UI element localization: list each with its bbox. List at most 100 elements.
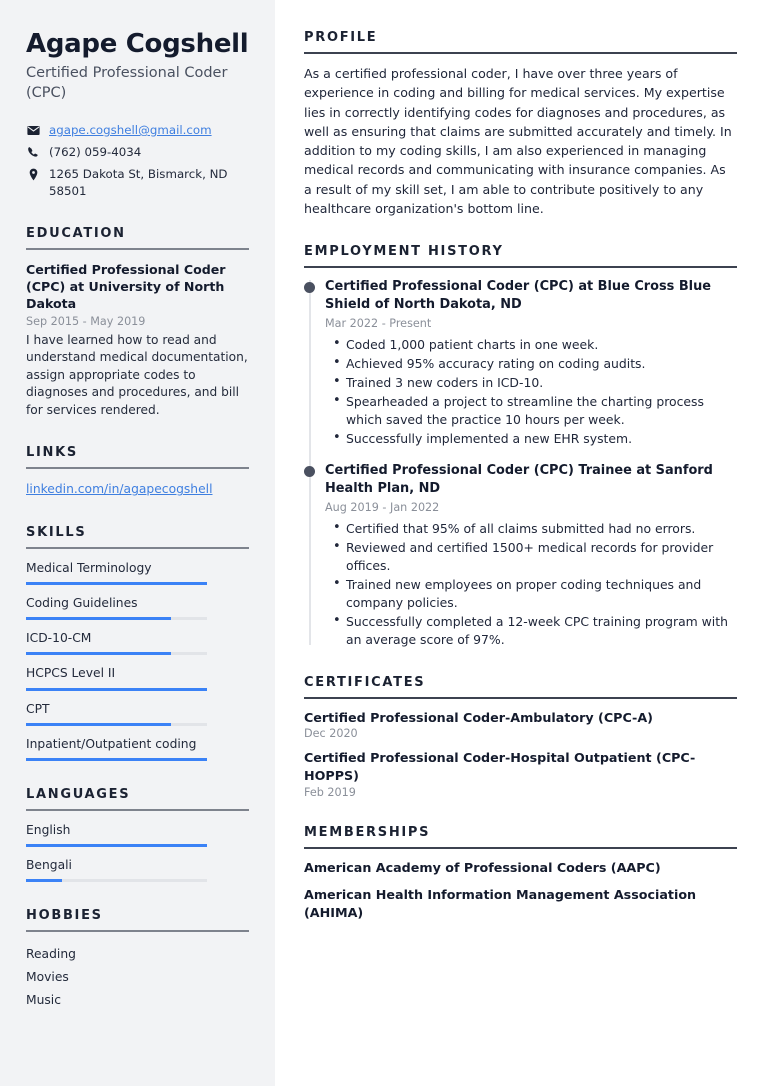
profile-section: PROFILE As a certified professional code…	[304, 30, 737, 218]
skill-row: Inpatient/Outpatient coding	[26, 736, 249, 762]
phone-value: (762) 059-4034	[49, 145, 142, 160]
language-bar-fill	[26, 879, 63, 883]
hobbies-section: HOBBIES Reading Movies Music	[26, 908, 249, 1011]
memberships-heading: MEMBERSHIPS	[304, 824, 431, 840]
employment-heading: EMPLOYMENT HISTORY	[304, 244, 504, 260]
languages-heading: LANGUAGES	[26, 787, 131, 803]
job-bullet: Achieved 95% accuracy rating on coding a…	[325, 354, 737, 373]
hobbies-heading: HOBBIES	[26, 908, 103, 924]
language-label: Bengali	[26, 858, 72, 873]
memberships-section: MEMBERSHIPS American Academy of Professi…	[304, 825, 737, 921]
employment-rule	[304, 266, 737, 269]
skill-row: HCPCS Level II	[26, 665, 249, 691]
job-bullet: Spearheaded a project to streamline the …	[325, 392, 737, 429]
skill-label: ICD-10-CM	[26, 631, 92, 646]
skill-bar-fill	[26, 687, 207, 691]
skill-bar-track	[26, 687, 207, 691]
timeline-dot-icon	[304, 465, 315, 477]
skill-label: Inpatient/Outpatient coding	[26, 736, 197, 751]
employment-timeline: Certified Professional Coder (CPC) at Bl…	[304, 278, 737, 649]
main-column: PROFILE As a certified professional code…	[275, 0, 768, 1086]
skill-bar-track	[26, 722, 207, 726]
hobby-item: Music	[26, 992, 61, 1007]
hobby-item: Movies	[26, 970, 69, 985]
language-bar-fill	[26, 844, 207, 848]
job-bullets: Coded 1,000 patient charts in one week. …	[325, 335, 737, 448]
membership-item: American Academy of Professional Coders …	[304, 859, 661, 875]
certificate-date: Dec 2020	[304, 727, 358, 741]
job-bullets: Certified that 95% of all claims submitt…	[325, 519, 737, 649]
employment-section: EMPLOYMENT HISTORY Certified Professiona…	[304, 244, 737, 649]
education-description: I have learned how to read and understan…	[26, 332, 248, 417]
job-title: Certified Professional Coder (CPC) Train…	[325, 462, 713, 497]
address-value: 1265 Dakota St, Bismarck, ND 58501	[49, 167, 228, 198]
certificate-date: Feb 2019	[304, 785, 356, 799]
candidate-name: Agape Cogshell	[26, 29, 249, 59]
resume-page: Agape Cogshell Certified Professional Co…	[0, 0, 768, 1086]
skill-row: Coding Guidelines	[26, 595, 249, 621]
links-section: LINKS linkedin.com/in/agapecogshell	[26, 445, 249, 498]
language-row: English	[26, 822, 249, 848]
languages-section: LANGUAGES English Bengali	[26, 787, 249, 883]
candidate-job-title: Certified Professional Coder (CPC)	[26, 64, 228, 102]
membership-item: American Health Information Management A…	[304, 886, 697, 920]
contact-list: agape.cogshell@gmail.com (762) 059-4034 …	[26, 122, 249, 200]
language-bar-track	[26, 879, 207, 883]
links-rule	[26, 467, 249, 470]
certificates-section: CERTIFICATES Certified Professional Code…	[304, 675, 737, 799]
job-bullet: Successfully completed a 12-week CPC tra…	[325, 612, 737, 649]
job-title: Certified Professional Coder (CPC) at Bl…	[325, 279, 712, 313]
skills-heading: SKILLS	[26, 524, 87, 540]
skill-row: Medical Terminology	[26, 560, 249, 586]
job-bullet: Trained 3 new coders in ICD-10.	[325, 373, 737, 392]
certificates-heading: CERTIFICATES	[304, 674, 426, 690]
education-heading: EDUCATION	[26, 225, 126, 241]
languages-rule	[26, 809, 249, 812]
skill-row: ICD-10-CM	[26, 630, 249, 656]
skill-row: CPT	[26, 701, 249, 726]
job-date: Aug 2019 - Jan 2022	[325, 500, 440, 514]
skill-bar-fill	[26, 652, 171, 656]
job-entry: Certified Professional Coder (CPC) at Bl…	[304, 278, 737, 448]
certificate-item: Certified Professional Coder-Ambulatory …	[304, 709, 737, 741]
certificate-item: Certified Professional Coder-Hospital Ou…	[304, 749, 737, 799]
job-bullet: Successfully implemented a new EHR syste…	[325, 429, 737, 448]
skill-bar-track	[26, 617, 207, 621]
language-row: Bengali	[26, 857, 249, 883]
certificate-title: Certified Professional Coder-Ambulatory …	[304, 709, 653, 725]
job-entry: Certified Professional Coder (CPC) Train…	[304, 462, 737, 649]
memberships-rule	[304, 846, 737, 849]
education-title: Certified Professional Coder (CPC) at Un…	[26, 261, 226, 311]
skill-label: CPT	[26, 701, 50, 716]
education-rule	[26, 247, 249, 250]
job-bullet: Reviewed and certified 1500+ medical rec…	[325, 538, 737, 575]
language-label: English	[26, 823, 71, 838]
contact-email[interactable]: agape.cogshell@gmail.com	[26, 122, 249, 139]
phone-icon	[26, 144, 40, 159]
email-value[interactable]: agape.cogshell@gmail.com	[49, 122, 212, 139]
profile-text: As a certified professional coder, I hav…	[304, 66, 732, 216]
contact-phone: (762) 059-4034	[26, 144, 249, 161]
education-item: Certified Professional Coder (CPC) at Un…	[26, 261, 249, 420]
skill-label: HCPCS Level II	[26, 666, 116, 681]
skill-bar-track	[26, 652, 207, 656]
skills-rule	[26, 546, 249, 549]
profile-heading: PROFILE	[304, 30, 378, 45]
skill-bar-track	[26, 758, 207, 762]
skill-bar-fill	[26, 722, 171, 726]
certificates-rule	[304, 696, 737, 699]
skill-bar-track	[26, 582, 207, 586]
certificate-title: Certified Professional Coder-Hospital Ou…	[304, 750, 696, 784]
language-bar-track	[26, 844, 207, 848]
hobbies-rule	[26, 930, 249, 933]
links-heading: LINKS	[26, 445, 78, 461]
skill-bar-fill	[26, 617, 171, 621]
education-date: Sep 2015 - May 2019	[26, 314, 146, 328]
skill-label: Coding Guidelines	[26, 596, 138, 611]
sidebar: Agape Cogshell Certified Professional Co…	[0, 0, 275, 1086]
link-item-linkedin[interactable]: linkedin.com/in/agapecogshell	[26, 480, 249, 498]
education-section: EDUCATION Certified Professional Coder (…	[26, 226, 249, 420]
contact-address: 1265 Dakota St, Bismarck, ND 58501	[26, 166, 249, 200]
skill-label: Medical Terminology	[26, 560, 152, 575]
job-date: Mar 2022 - Present	[325, 316, 432, 330]
